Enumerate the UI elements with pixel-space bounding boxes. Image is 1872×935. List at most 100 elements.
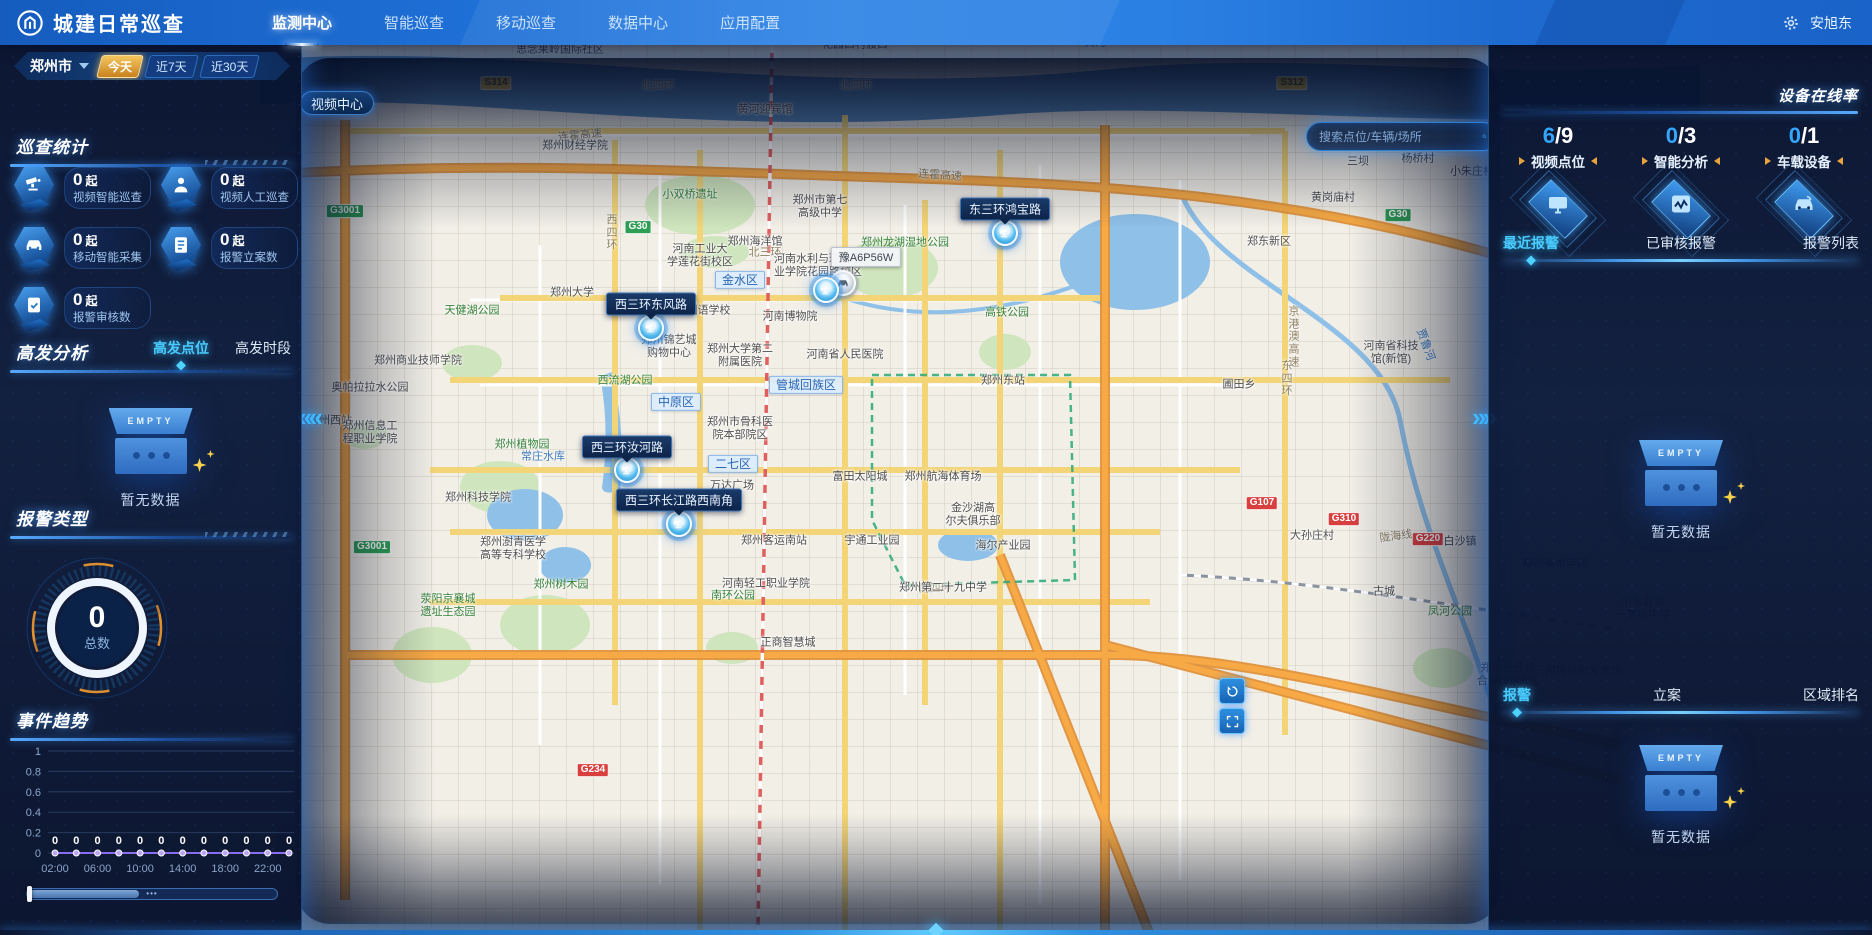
device-stat-total: /9 (1555, 123, 1573, 148)
gear-icon[interactable] (1782, 14, 1800, 32)
road-tag[interactable]: 西三环东风路 (606, 293, 696, 316)
nav-item-智能巡查[interactable]: 智能巡查 (382, 8, 446, 37)
road-tag[interactable]: 西三环汝河路 (582, 436, 672, 459)
search-input[interactable] (1317, 129, 1476, 145)
stat-card: 0起报警审核数 (12, 283, 151, 333)
stat-text: 0起移动智能采集 (64, 227, 151, 269)
empty-box-illustration: EMPTY (1637, 745, 1725, 811)
refresh-icon[interactable] (1219, 678, 1245, 704)
arrow-right-icon (1519, 157, 1525, 165)
stat-unit: 起 (85, 294, 97, 308)
user-name[interactable]: 安旭东 (1810, 13, 1852, 33)
tab-underline (1503, 259, 1859, 262)
spark-icon (1723, 490, 1737, 504)
stat-label: 移动智能采集 (73, 249, 142, 265)
top-bar: 城建日常巡查 监测中心 智能巡查 移动巡查 数据中心 应用配置 安旭东 (0, 0, 1872, 45)
device-stat-total: /3 (1678, 123, 1696, 148)
video-point-icon (1510, 177, 1606, 241)
fullscreen-icon[interactable] (1219, 708, 1245, 734)
tab-最近报警[interactable]: 最近报警 (1503, 233, 1559, 259)
section-rule (1502, 111, 1858, 114)
tab-报警列表[interactable]: 报警列表 (1803, 233, 1859, 259)
analysis-section-title: 高发分析 (16, 339, 88, 364)
device-stat-value: 0/3 (1666, 123, 1697, 149)
city-label: 郑州市 (30, 56, 72, 76)
range-pill-近7天[interactable]: 近7天 (144, 55, 198, 78)
trend-scrollbar-selection[interactable] (29, 890, 139, 898)
range-pill-近30天[interactable]: 近30天 (199, 55, 260, 78)
svg-text:0.6: 0.6 (26, 787, 41, 799)
device-stats: 6/9视频点位0/3智能分析0/1车载设备 (1499, 123, 1863, 241)
camera-marker[interactable] (813, 277, 839, 303)
trend-scrollbar-handle[interactable] (27, 886, 32, 902)
stat-label: 报警立案数 (220, 249, 289, 265)
stat-unit: 起 (85, 234, 97, 248)
road-tag[interactable]: 西三环长江路西南角 (616, 489, 742, 512)
device-rate-title: 设备在线率 (1778, 88, 1858, 105)
stat-label: 报警审核数 (73, 309, 142, 325)
cctv-camera-icon (12, 165, 56, 211)
tab-立案[interactable]: 立案 (1653, 685, 1681, 711)
svg-text:0: 0 (158, 835, 164, 847)
device-stat-total: /1 (1801, 123, 1819, 148)
device-stat-label: 智能分析 (1642, 151, 1720, 171)
map-controls (1219, 678, 1245, 734)
device-stat-label: 视频点位 (1519, 151, 1597, 171)
arrow-right-icon (1765, 157, 1771, 165)
device-stat-online: 0 (1789, 123, 1801, 148)
stat-card: 0起报警立案数 (159, 223, 298, 273)
video-center-button[interactable]: 视频中心 (300, 91, 374, 115)
device-stat-online: 0 (1666, 123, 1678, 148)
audit-check-icon (12, 285, 56, 331)
range-pill-label: 近7天 (156, 58, 187, 75)
city-selector[interactable]: 郑州市 (30, 56, 89, 76)
trend-scrollbar[interactable]: ••• (26, 888, 278, 900)
spark-icon (1737, 787, 1745, 795)
stat-card: 0起移动智能采集 (12, 223, 151, 273)
tab-报警[interactable]: 报警 (1503, 685, 1531, 711)
empty-badge: EMPTY (1639, 745, 1723, 771)
tab-已审核报警[interactable]: 已审核报警 (1646, 233, 1716, 259)
device-stat-value: 0/1 (1789, 123, 1820, 149)
event-trend-chart: 10.80.60.40.20002:000006:000010:000014:0… (8, 735, 300, 885)
device-stat-online: 6 (1543, 123, 1555, 148)
svg-text:06:00: 06:00 (84, 863, 112, 875)
alarm-tabs: 最近报警 已审核报警 报警列表 (1503, 233, 1859, 259)
empty-text: 暂无数据 (1651, 522, 1711, 542)
svg-text:22:00: 22:00 (254, 863, 282, 875)
range-pills: 今天近7天近30天 (99, 55, 257, 78)
nav-item-应用配置[interactable]: 应用配置 (718, 8, 782, 37)
svg-text:0: 0 (265, 835, 271, 847)
stat-unit: 起 (232, 174, 244, 188)
tab-区域排名[interactable]: 区域排名 (1803, 685, 1859, 711)
stat-label: 视频人工巡查 (220, 189, 289, 205)
alarm-total-value: 0 (89, 601, 106, 634)
svg-text:1: 1 (35, 746, 41, 758)
alarm-type-section-title: 报警类型 (16, 505, 88, 530)
analysis-tabs: 高发点位高发时段 (153, 338, 291, 364)
patrol-car-icon (12, 225, 56, 271)
arrow-left-icon (1714, 157, 1720, 165)
svg-text:0.4: 0.4 (26, 807, 41, 819)
range-pill-今天[interactable]: 今天 (96, 55, 144, 78)
building-logo-icon (16, 9, 44, 37)
tab-高发点位[interactable]: 高发点位 (153, 338, 209, 364)
nav-item-移动巡查[interactable]: 移动巡查 (494, 8, 558, 37)
svg-text:14:00: 14:00 (169, 863, 197, 875)
section-rule (10, 536, 293, 539)
device-stat: 0/3智能分析 (1622, 123, 1740, 241)
svg-text:0: 0 (137, 835, 143, 847)
case-empty-state: EMPTY 暂无数据 (1489, 745, 1872, 847)
app-title: 城建日常巡查 (53, 8, 185, 37)
device-stat: 6/9 视频点位 (1499, 123, 1617, 241)
city-range-bar: 郑州市 今天近7天近30天 (14, 52, 290, 80)
nav-item-监测中心[interactable]: 监测中心 (270, 8, 334, 37)
empty-box-body (1645, 775, 1717, 811)
road-tag[interactable]: 东三环鸿宝路 (960, 198, 1050, 221)
vehicle-plate-tag[interactable]: 豫A6P56W (831, 247, 901, 267)
tab-高发时段[interactable]: 高发时段 (235, 338, 291, 364)
nav-item-数据中心[interactable]: 数据中心 (606, 8, 670, 37)
search-icon[interactable] (1482, 128, 1487, 145)
svg-text:0: 0 (286, 835, 292, 847)
tab-underline (1503, 711, 1859, 714)
